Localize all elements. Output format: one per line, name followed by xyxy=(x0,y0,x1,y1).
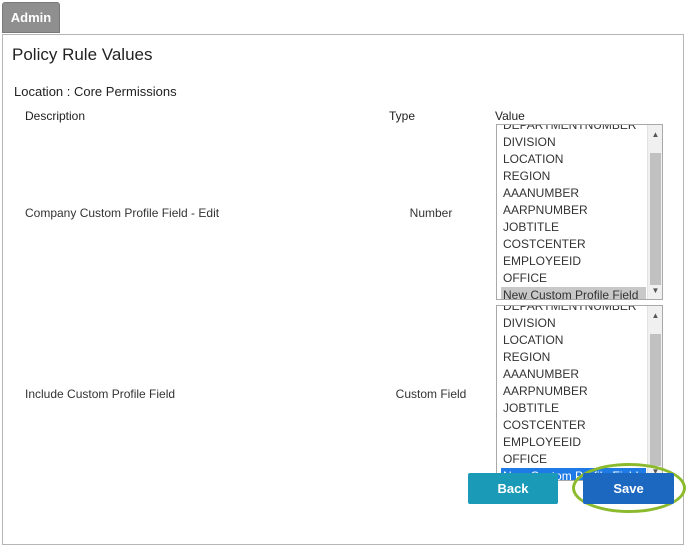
listbox-option[interactable]: EMPLOYEEID xyxy=(497,253,646,270)
scroll-thumb[interactable] xyxy=(650,153,661,285)
back-button[interactable]: Back xyxy=(468,473,558,504)
listbox-option[interactable]: New Custom Profile Field xyxy=(501,287,646,299)
listbox-option[interactable]: DIVISION xyxy=(497,315,646,332)
listbox-option[interactable]: REGION xyxy=(497,168,646,185)
listbox-option[interactable]: COSTCENTER xyxy=(497,236,646,253)
scroll-up-icon[interactable]: ▲ xyxy=(648,308,662,322)
listbox-option[interactable]: JOBTITLE xyxy=(497,400,646,417)
scroll-thumb[interactable] xyxy=(650,334,661,466)
column-header-type: Type xyxy=(389,109,416,123)
listbox-option[interactable]: AAANUMBER xyxy=(497,185,646,202)
row-description: Company Custom Profile Field - Edit xyxy=(25,206,220,220)
listbox-option[interactable]: DEPARTMENTNUMBER xyxy=(497,306,646,315)
column-header-value: Value xyxy=(495,109,525,123)
scroll-down-icon[interactable]: ▼ xyxy=(648,283,662,297)
column-header-description: Description xyxy=(25,109,86,123)
row-type: Number xyxy=(409,206,453,220)
listbox-option[interactable]: REGION xyxy=(497,349,646,366)
listbox-option[interactable]: EMPLOYEEID xyxy=(497,434,646,451)
listbox-options: DEPARTMENTNUMBER DIVISION LOCATION REGION AA… xyxy=(497,306,646,480)
listbox-option[interactable]: DIVISION xyxy=(497,134,646,151)
listbox-option[interactable]: OFFICE xyxy=(497,270,646,287)
row-type: Custom Field xyxy=(395,387,467,401)
listbox-option[interactable]: AARPNUMBER xyxy=(497,202,646,219)
page-title: Policy Rule Values xyxy=(12,45,153,64)
scroll-up-icon[interactable]: ▲ xyxy=(648,127,662,141)
listbox-option[interactable]: COSTCENTER xyxy=(497,417,646,434)
listbox-scrollbar[interactable]: ▲ ▼ xyxy=(647,306,662,480)
listbox-option[interactable]: DEPARTMENTNUMBER xyxy=(497,125,646,134)
listbox-option[interactable]: AAANUMBER xyxy=(497,366,646,383)
admin-tab[interactable]: Admin xyxy=(2,2,60,33)
value-listbox[interactable]: DEPARTMENTNUMBER DIVISION LOCATION REGION AA… xyxy=(496,305,663,481)
row-description: Include Custom Profile Field xyxy=(25,387,176,401)
listbox-option[interactable]: AARPNUMBER xyxy=(497,383,646,400)
listbox-option[interactable]: LOCATION xyxy=(497,151,646,168)
listbox-option[interactable]: JOBTITLE xyxy=(497,219,646,236)
value-listbox[interactable]: DEPARTMENTNUMBER DIVISION LOCATION REGION AA… xyxy=(496,124,663,300)
save-button[interactable]: Save xyxy=(583,473,674,504)
location-label: Location : Core Permissions xyxy=(14,84,177,99)
listbox-option[interactable]: LOCATION xyxy=(497,332,646,349)
listbox-options: DEPARTMENTNUMBER DIVISION LOCATION REGION AA… xyxy=(497,125,646,299)
policy-rule-panel: Policy Rule Values Location : Core Permi… xyxy=(2,34,684,545)
listbox-scrollbar[interactable]: ▲ ▼ xyxy=(647,125,662,299)
